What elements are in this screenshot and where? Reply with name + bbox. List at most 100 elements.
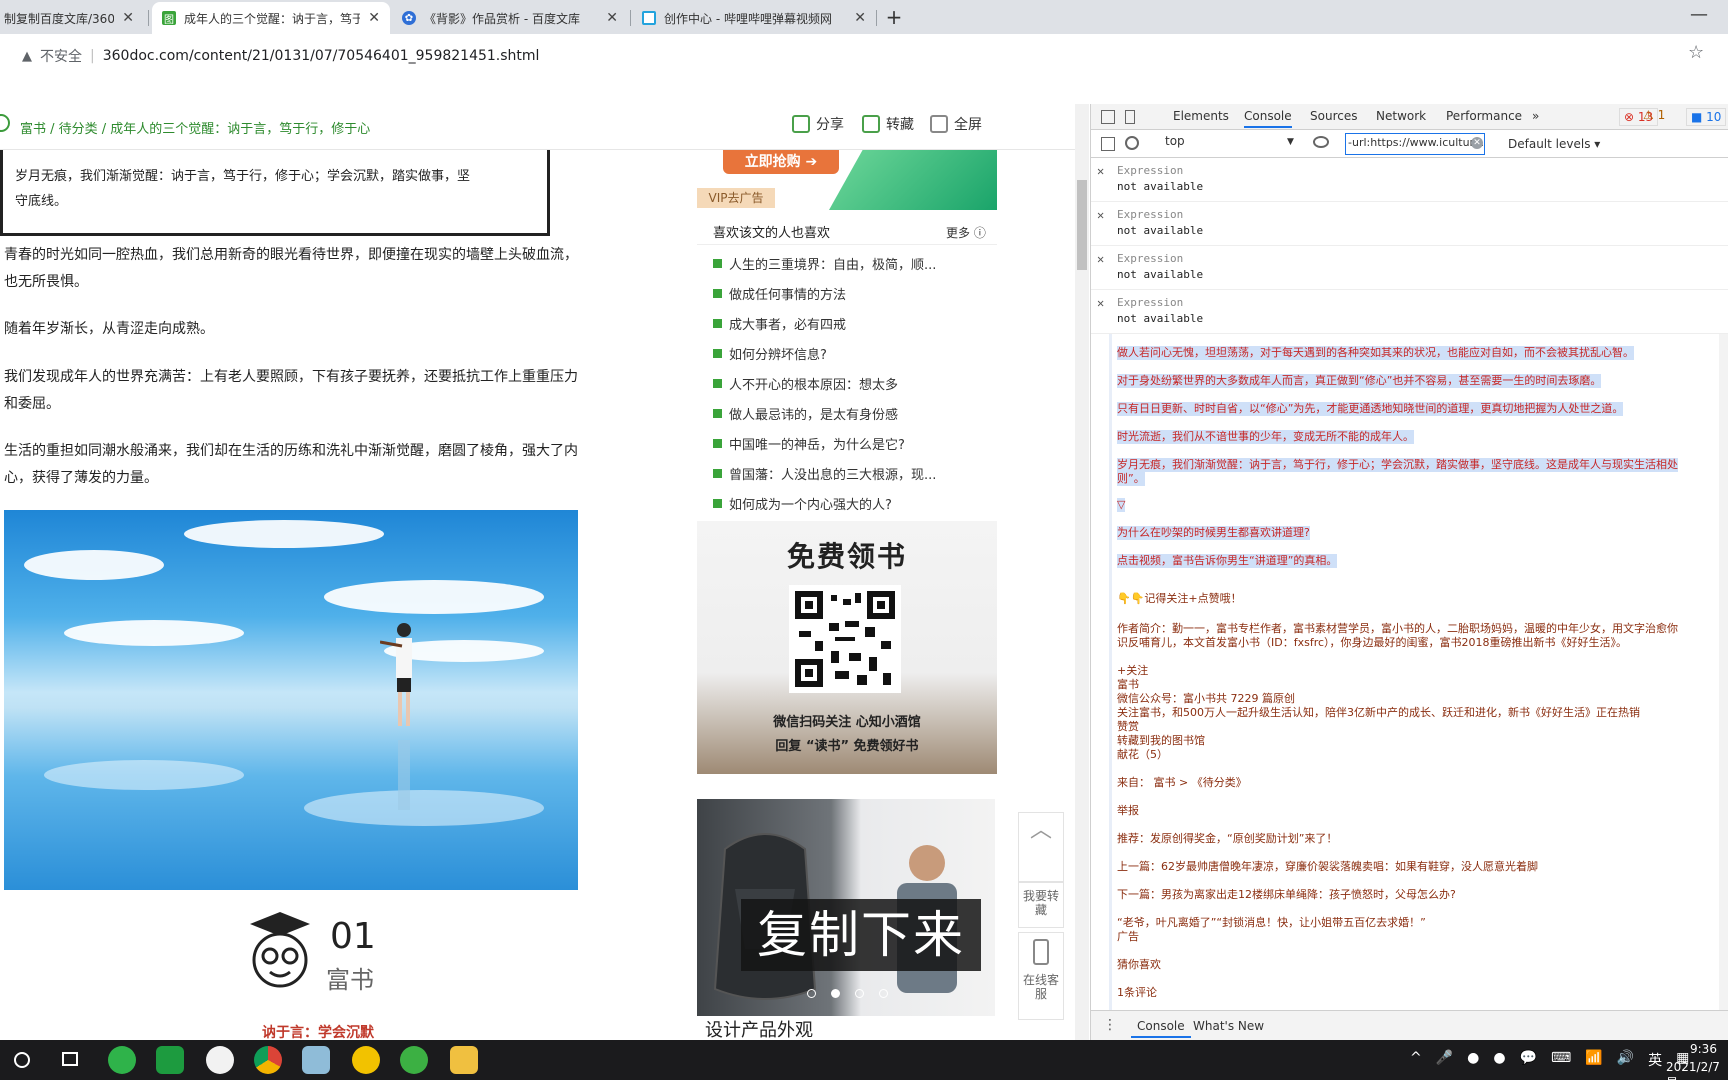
context-select[interactable]: top [1163, 134, 1293, 154]
volume-icon[interactable]: 🔊 [1617, 1050, 1634, 1070]
tab-elements[interactable]: Elements [1173, 109, 1229, 123]
online-service-button[interactable]: 在线客服 [1018, 932, 1064, 1020]
carousel-dot[interactable] [807, 989, 816, 998]
console-line[interactable]: 广告 [1117, 930, 1139, 944]
carousel-dots[interactable] [807, 989, 903, 998]
console-line[interactable]: 来自： 富书 > 《待分类》 [1117, 776, 1247, 790]
more-tabs-button[interactable]: » [1532, 109, 1539, 123]
tab-sources[interactable]: Sources [1310, 109, 1357, 123]
tab-baidu-wenku[interactable]: ✿ 《背影》作品赏析 - 百度文库 ✕ [392, 2, 628, 34]
console-line[interactable]: 赞赏 [1117, 720, 1139, 734]
console-line[interactable]: 岁月无痕，我们渐渐觉醒：讷于言，笃于行，修于心；学会沉默，踏实做事，坚守底线。这… [1117, 458, 1678, 472]
console-line[interactable]: 👇👇记得关注+点赞哦！ [1117, 592, 1242, 606]
scrollbar-thumb[interactable] [1077, 180, 1087, 270]
app-h-icon[interactable] [156, 1046, 184, 1074]
free-book-ad[interactable]: 免费领书 微信扫码关注 心知小酒馆 回复 “读书” 免费领好书 [697, 521, 997, 774]
console-line[interactable]: +关注 [1117, 664, 1148, 678]
live-expression[interactable]: ✕ Expression not available [1091, 290, 1728, 334]
eye-icon[interactable] [1313, 136, 1329, 148]
site-logo-icon[interactable] [0, 114, 10, 132]
tab-performance[interactable]: Performance [1446, 109, 1522, 123]
console-line[interactable]: 则”。 [1117, 472, 1145, 486]
task-view-icon[interactable] [62, 1052, 78, 1066]
expression-label[interactable]: Expression [1117, 164, 1183, 177]
device-toolbar-icon[interactable] [1125, 110, 1135, 124]
cortana-icon[interactable] [14, 1052, 30, 1068]
tab-bilibili[interactable]: 创作中心 - 哔哩哔哩弹幕视频网 ✕ [632, 2, 876, 34]
page-scrollbar[interactable] [1075, 104, 1089, 1040]
new-tab-button[interactable]: + [880, 4, 908, 32]
expression-label[interactable]: Expression [1117, 252, 1183, 265]
microphone-icon[interactable]: 🎤 [1436, 1050, 1453, 1070]
inspect-element-icon[interactable] [1101, 110, 1115, 124]
console-line[interactable]: 献花（5） [1117, 748, 1168, 762]
console-line[interactable]: 对于身处纷繁世界的大多数成年人而言，真正做到“修心”也并不容易，甚至需要一生的时… [1117, 374, 1602, 388]
input-method-indicator[interactable]: 英 [1648, 1050, 1662, 1070]
tab-console[interactable]: Console [1244, 109, 1292, 128]
chrome-icon[interactable] [254, 1046, 282, 1074]
tab-article[interactable]: 图 成年人的三个觉醒：讷于言，笃于行 ✕ [152, 2, 390, 34]
tray-app-icon[interactable]: ● [1467, 1050, 1479, 1070]
tab-network[interactable]: Network [1376, 109, 1426, 123]
console-line[interactable]: 下一篇：男孩为离家出走12楼绑床单绳降：孩子愤怒时，父母怎么办? [1117, 888, 1456, 902]
keyboard-icon[interactable]: ⌨ [1551, 1050, 1571, 1070]
wechat-icon[interactable] [400, 1046, 428, 1074]
console-line[interactable]: 做人若问心无愧，坦坦荡荡，对于每天遇到的各种突如其来的状况，也能应对自如，而不会… [1117, 346, 1634, 360]
console-line[interactable]: 时光流逝，我们从不谙世事的少年，变成无所不能的成年人。 [1117, 430, 1414, 444]
ad-caption[interactable]: 设计产品外观 [697, 1016, 995, 1040]
tab-baidu-copy[interactable]: 制复制百度文库/360个人 ✕ [0, 2, 144, 34]
clear-console-icon[interactable] [1125, 136, 1139, 150]
console-line[interactable]: “老爷，叶凡离婚了”“封锁消息！快，让小姐带五百亿去求婚！” [1117, 916, 1426, 930]
back-to-top-button[interactable]: ︿ [1018, 812, 1064, 882]
console-line[interactable]: 转藏到我的图书馆 [1117, 734, 1205, 748]
close-icon[interactable]: ✕ [122, 10, 134, 26]
warning-icon[interactable]: ▲ [22, 49, 32, 64]
security-label[interactable]: 不安全 [40, 46, 82, 66]
console-line[interactable]: 关注富书，和500万人一起升级生活认知，陪伴3亿新中产的成长、跃迁和进化，新书《… [1117, 706, 1640, 720]
drawer-tab-console[interactable]: Console [1131, 1019, 1191, 1038]
live-expression[interactable]: ✕ Expression not available [1091, 202, 1728, 246]
related-link[interactable]: 成大事者，必有四戒 [713, 314, 846, 333]
save-to-library-button[interactable]: 我要转藏 [1018, 882, 1064, 928]
expression-label[interactable]: Expression [1117, 208, 1183, 221]
url-text[interactable]: 360doc.com/content/21/0131/07/70546401_9… [103, 48, 540, 64]
wifi-icon[interactable]: 📶 [1585, 1050, 1602, 1070]
expression-label[interactable]: Expression [1117, 296, 1183, 309]
remove-expression-icon[interactable]: ✕ [1097, 208, 1104, 222]
console-line[interactable]: 富书 [1117, 678, 1139, 692]
live-expression[interactable]: ✕ Expression not available [1091, 158, 1728, 202]
carousel-dot[interactable] [879, 989, 888, 998]
chevron-down-icon[interactable]: ▼ [1287, 137, 1294, 147]
log-levels-select[interactable]: Default levels ▾ [1508, 137, 1600, 151]
close-icon[interactable]: ✕ [606, 10, 618, 26]
carousel-dot[interactable] [855, 989, 864, 998]
remove-expression-icon[interactable]: ✕ [1097, 164, 1104, 178]
console-line[interactable]: 作者简介：勤一一，富书专栏作者，富书素材营学员，富小书的人，二胎职场妈妈，温暖的… [1117, 622, 1678, 636]
console-line[interactable]: ▽ [1117, 498, 1126, 512]
related-link[interactable]: 如何成为一个内心强大的人? [713, 494, 892, 513]
console-line[interactable]: 为什么在吵架的时候男生都喜欢讲道理? [1117, 526, 1310, 540]
close-icon[interactable]: ✕ [368, 10, 380, 26]
related-link[interactable]: 做成任何事情的方法 [713, 284, 846, 303]
app-360-icon[interactable] [108, 1046, 136, 1074]
remove-expression-icon[interactable]: ✕ [1097, 296, 1104, 310]
live-expression[interactable]: ✕ Expression not available [1091, 246, 1728, 290]
clear-filter-icon[interactable]: ✕ [1471, 137, 1483, 149]
drawer-tab-whats-new[interactable]: What's New [1193, 1019, 1264, 1033]
buy-now-button[interactable]: 立即抢购 ➔ [723, 150, 839, 174]
wechat-tray-icon[interactable]: 💬 [1520, 1050, 1537, 1070]
related-more-link[interactable]: 更多 ⓘ [946, 224, 986, 241]
close-icon[interactable]: ✕ [854, 10, 866, 26]
breadcrumb[interactable]: 富书 / 待分类 / 成年人的三个觉醒：讷于言，笃于行，修于心 [20, 118, 370, 137]
related-link[interactable]: 曾国藩：人没出息的三大根源，现... [713, 464, 936, 483]
notepad-icon[interactable] [302, 1046, 330, 1074]
sidebar-toggle-icon[interactable] [1101, 137, 1115, 151]
carousel-dot-active[interactable] [831, 989, 840, 998]
minimize-button[interactable]: — [1690, 4, 1708, 25]
more-options-icon[interactable]: ⋮ [1103, 1017, 1117, 1033]
save-button[interactable]: 转藏 [862, 114, 914, 134]
console-line[interactable]: 上一篇：62岁最帅唐僧晚年凄凉，穿廉价袈裟落魄卖唱：如果有鞋穿，没人愿意光着脚 [1117, 860, 1538, 874]
address-bar[interactable]: ▲ 不安全 | 360doc.com/content/21/0131/07/70… [12, 38, 1702, 74]
share-button[interactable]: 分享 [792, 114, 844, 134]
file-explorer-icon[interactable] [450, 1046, 478, 1074]
